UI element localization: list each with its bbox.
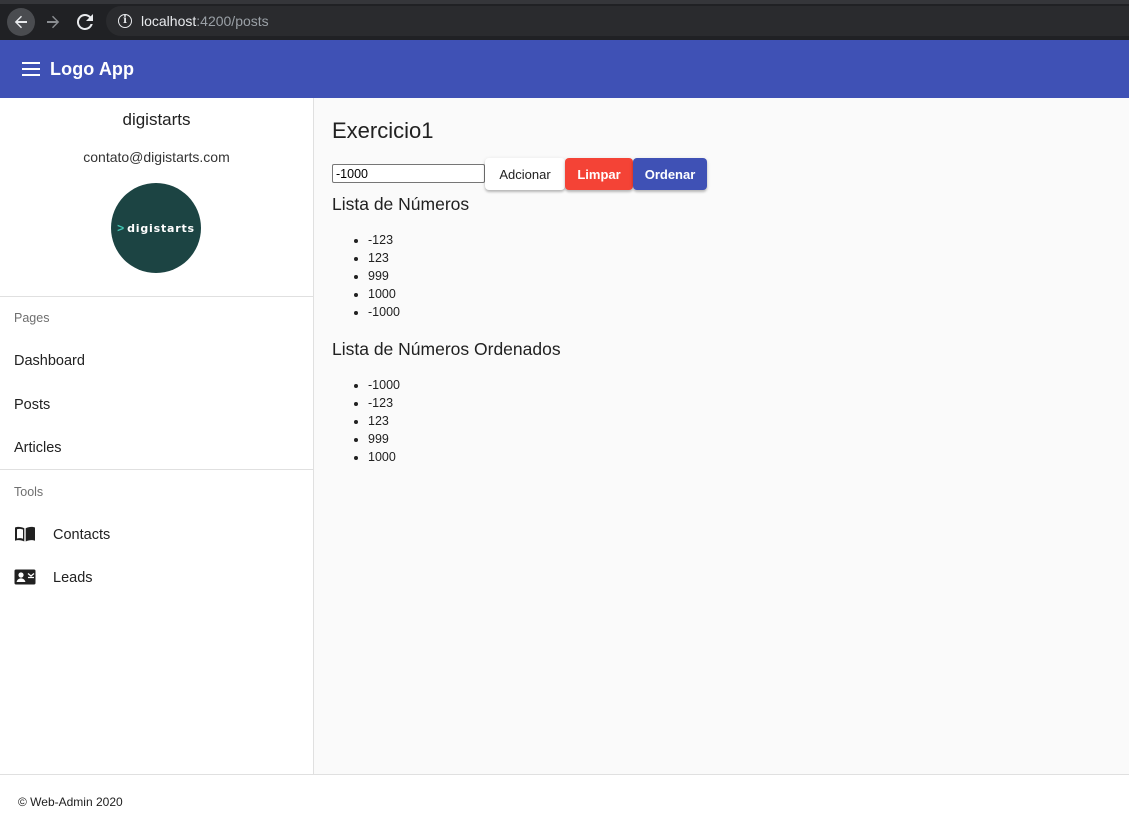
list-item: -1000 [368,303,400,321]
url-text: localhost:4200/posts [141,13,269,29]
avatar-logo-text: digistarts [127,221,195,235]
sidebar-item-label: Dashboard [14,353,85,369]
book-icon [14,526,36,544]
section-label-tools: Tools [14,485,44,499]
list-item: -123 [368,394,400,412]
numbers-list: -123 123 999 1000 -1000 [368,231,400,321]
profile-name: digistarts [122,110,191,129]
menu-icon[interactable] [22,62,40,76]
list-item: 1000 [368,285,400,303]
profile-email: contato@digistarts.com [83,149,230,165]
list-item: 123 [368,412,400,430]
arrow-right-icon [47,15,60,29]
list-item: -1000 [368,376,400,394]
divider [0,469,313,470]
sidebar-item-posts[interactable]: Posts [0,385,313,425]
divider [0,296,313,297]
main-content: Exercicio1 Adcionar Limpar Ordenar Lista… [314,98,1129,774]
clear-button[interactable]: Limpar [565,158,633,190]
sidebar-item-label: Posts [14,397,51,413]
footer-text: © Web-Admin 2020 [18,795,123,809]
sorted-numbers-heading: Lista de Números Ordenados [332,339,561,359]
address-bar[interactable]: i localhost:4200/posts [106,6,1129,36]
contact-card-icon [14,569,36,587]
sorted-numbers-list: -1000 -123 123 999 1000 [368,376,400,466]
page-title: Exercicio1 [332,118,434,143]
footer: © Web-Admin 2020 [0,774,1129,821]
forward-button[interactable] [39,8,67,36]
list-item: 999 [368,267,400,285]
back-button[interactable] [7,8,35,36]
chevron-right-icon: > [117,221,125,235]
list-item: -123 [368,231,400,249]
number-input[interactable] [332,164,485,183]
reload-button[interactable] [71,8,99,36]
sidebar-item-articles[interactable]: Articles [0,428,313,468]
section-label-pages: Pages [14,311,50,325]
reload-icon [77,14,93,30]
sidebar-item-label: Contacts [53,527,111,543]
sidebar-item-label: Articles [14,440,62,456]
sidebar-item-contacts[interactable]: Contacts [0,515,313,555]
app-title: Logo App [50,58,135,79]
numbers-heading: Lista de Números [332,194,470,214]
browser-toolbar: i localhost:4200/posts [0,0,1129,40]
sidebar: digistarts contato@digistarts.com > digi… [0,98,314,774]
app-toolbar: Logo App [0,40,1129,98]
avatar: > digistarts [111,183,201,273]
list-item: 999 [368,430,400,448]
arrow-left-icon [14,15,27,29]
add-button[interactable]: Adcionar [485,158,565,190]
sidebar-item-label: Leads [53,570,93,586]
sidebar-item-dashboard[interactable]: Dashboard [0,341,313,381]
list-item: 123 [368,249,400,267]
info-icon[interactable]: i [118,14,132,28]
sidebar-item-leads[interactable]: Leads [0,558,313,598]
list-item: 1000 [368,448,400,466]
sort-button[interactable]: Ordenar [633,158,707,190]
